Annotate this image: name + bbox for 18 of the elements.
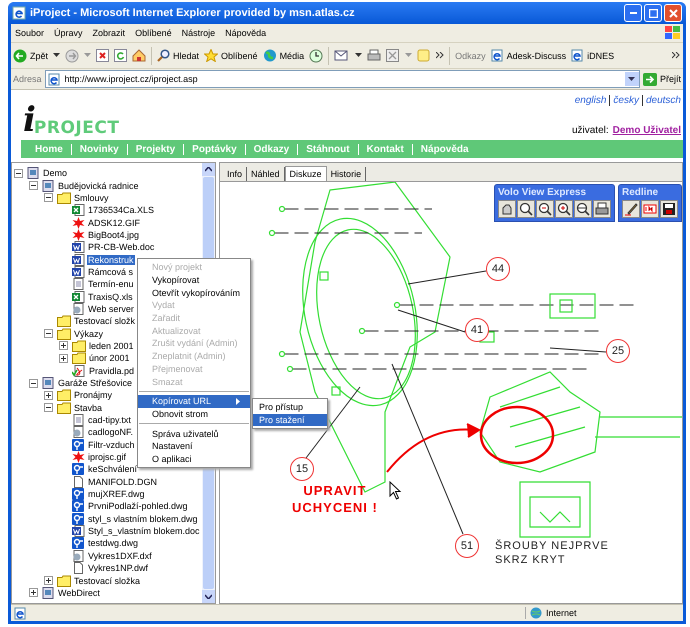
drawing-note: ŠROUBY NEJPRVE [495,539,609,553]
user-label: uživatel: [572,125,609,136]
callout-bubble: 51 [455,534,479,558]
logo-text: PROJECT [34,118,120,138]
security-zone: Internet [546,608,577,618]
callout-bubble: 41 [465,318,489,342]
window-title: iProject - Microsoft Internet Explorer provided by msn.atlas.cz [30,7,355,19]
callout-bubble: 25 [606,339,630,363]
panel-title: Volo View Express [498,187,588,198]
address-label: Adresa [13,74,42,84]
redline-text: UPRAVIT [303,482,366,499]
logo-mark: i [23,102,36,138]
redline-text: UCHYCENI ! [292,499,378,516]
links-label: Odkazy [455,50,486,60]
panel-title: Redline [622,187,660,198]
callout-bubble: 15 [290,457,314,481]
drawing-note: SKRZ KRYT [495,553,567,567]
callout-bubble: 44 [486,257,510,281]
